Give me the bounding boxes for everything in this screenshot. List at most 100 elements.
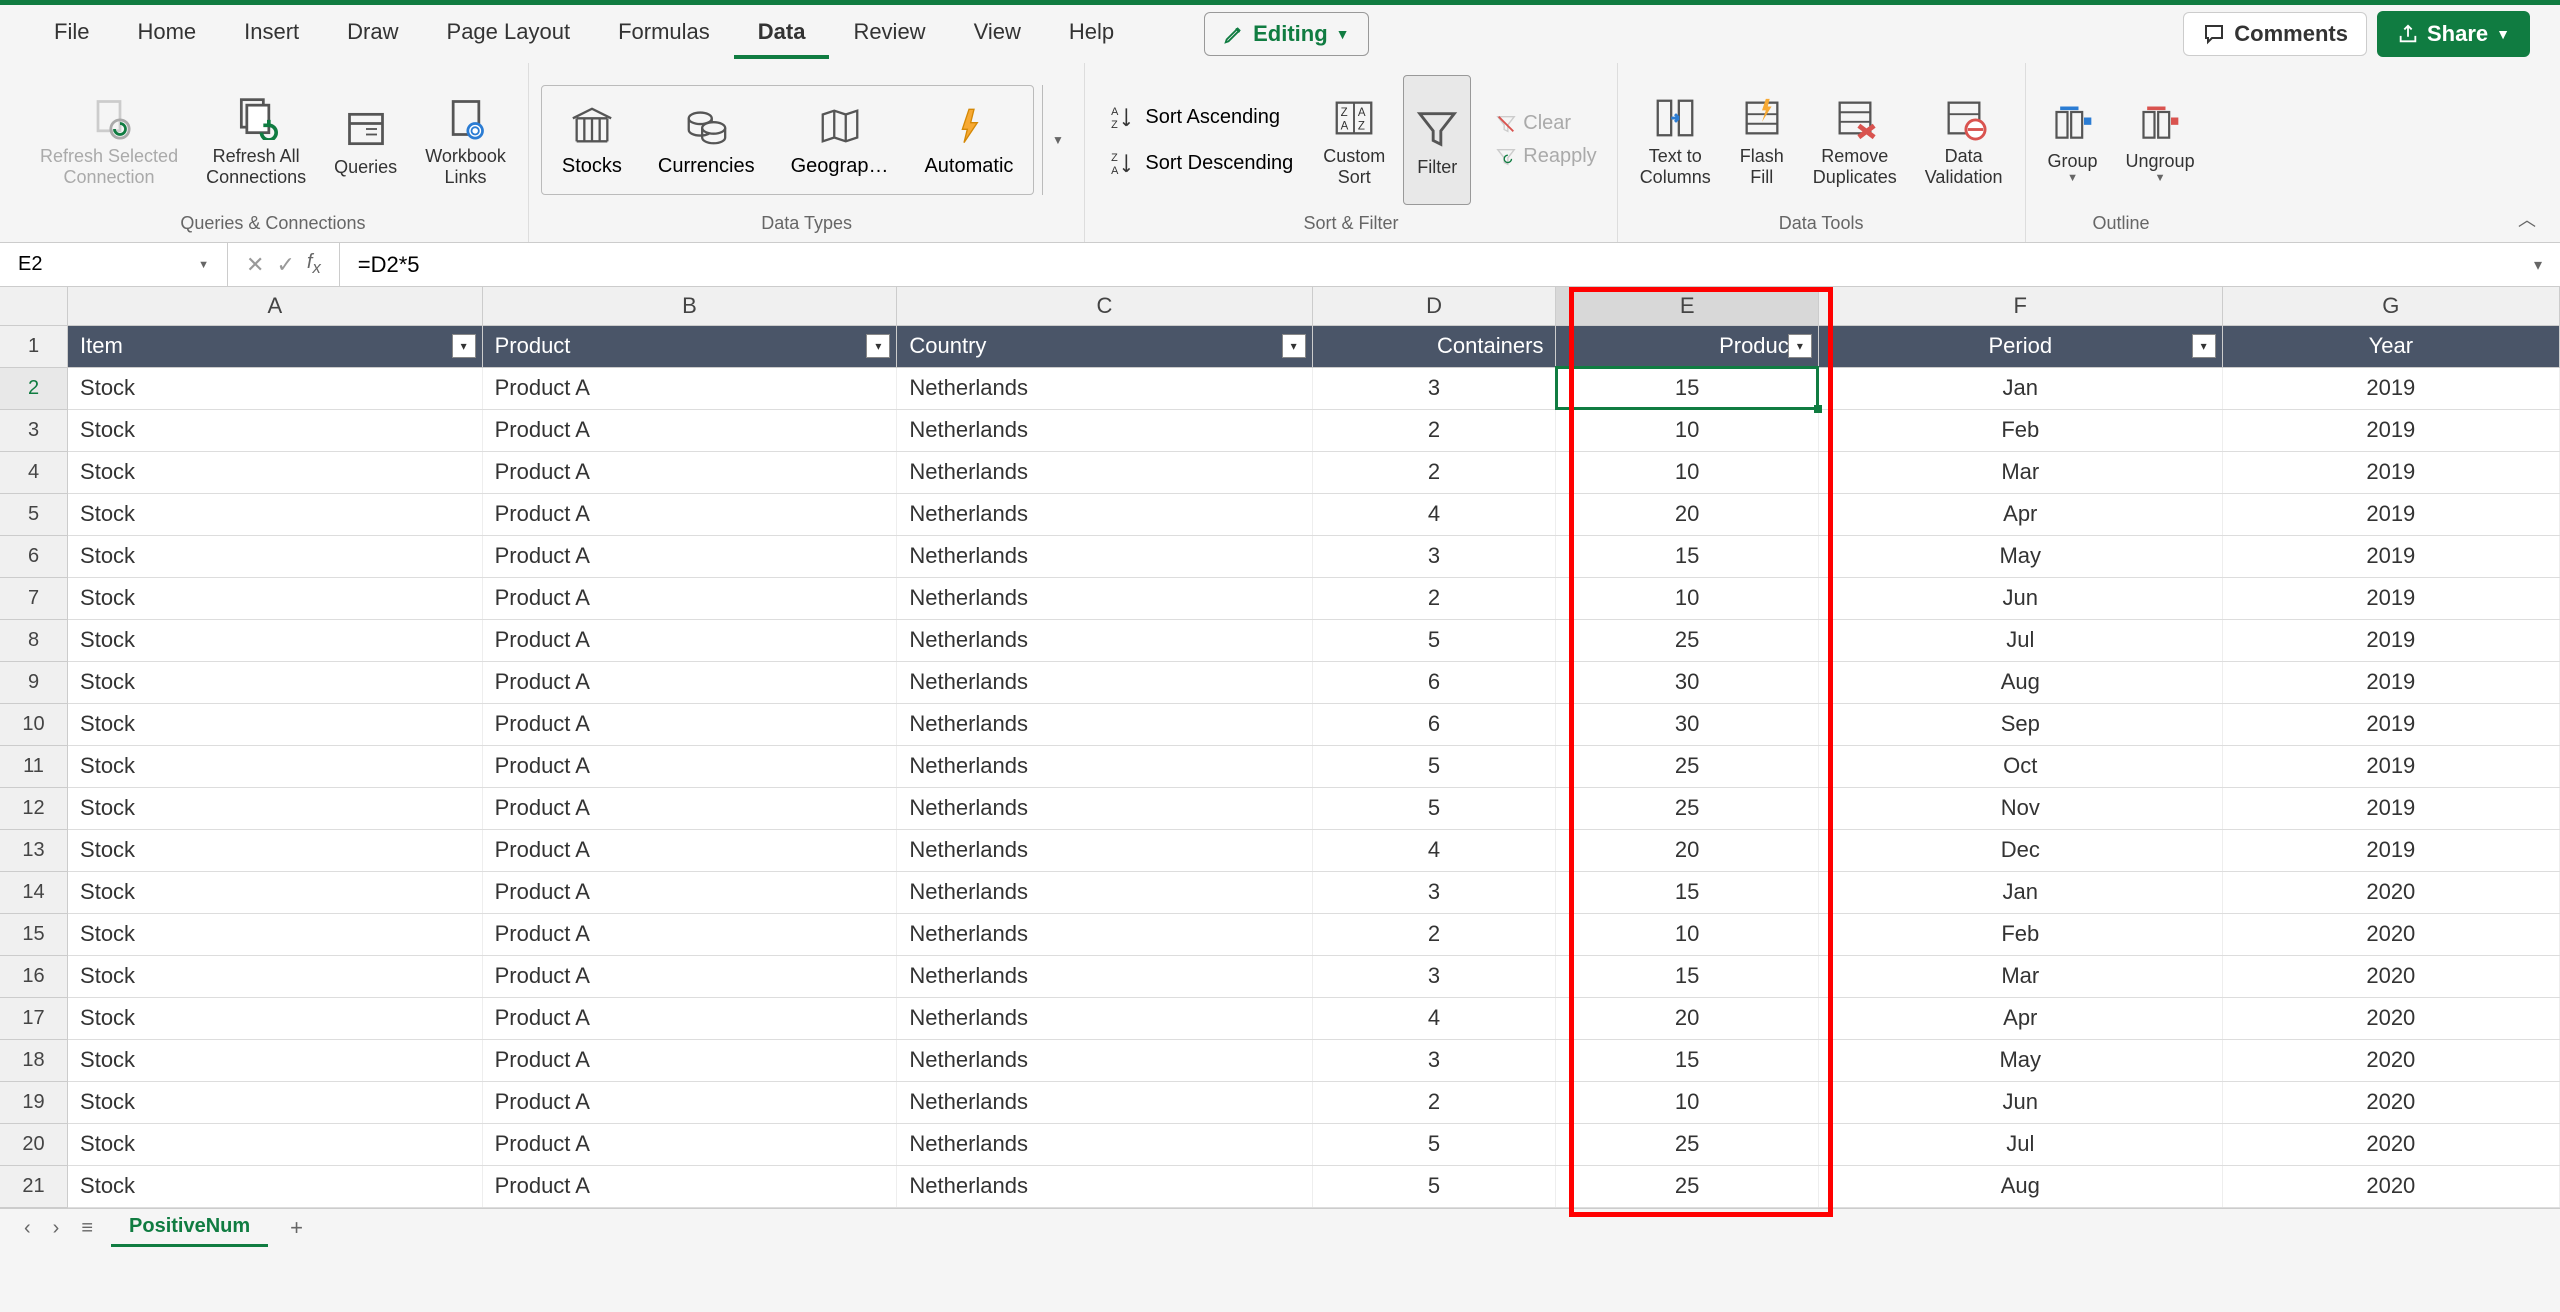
cell-C16[interactable]: Netherlands: [897, 955, 1312, 997]
remove-duplicates-button[interactable]: Remove Duplicates: [1803, 75, 1907, 205]
cell-F5[interactable]: Apr: [1818, 493, 2222, 535]
cell-D3[interactable]: 2: [1312, 409, 1556, 451]
cell-D9[interactable]: 6: [1312, 661, 1556, 703]
cell-C5[interactable]: Netherlands: [897, 493, 1312, 535]
cell-C7[interactable]: Netherlands: [897, 577, 1312, 619]
cell-A16[interactable]: Stock: [68, 955, 483, 997]
cell-D6[interactable]: 3: [1312, 535, 1556, 577]
cell-F10[interactable]: Sep: [1818, 703, 2222, 745]
table-header-cell[interactable]: Containers: [1312, 325, 1556, 367]
row-header-18[interactable]: 18: [0, 1039, 68, 1081]
group-button[interactable]: Group ▼: [2038, 75, 2108, 205]
tab-formulas[interactable]: Formulas: [594, 9, 734, 59]
cell-E12[interactable]: 25: [1556, 787, 1818, 829]
cell-D21[interactable]: 5: [1312, 1165, 1556, 1207]
cell-E9[interactable]: 30: [1556, 661, 1818, 703]
cell-D12[interactable]: 5: [1312, 787, 1556, 829]
tab-file[interactable]: File: [30, 9, 113, 59]
cell-D8[interactable]: 5: [1312, 619, 1556, 661]
formula-input[interactable]: =D2*5: [340, 252, 2516, 278]
data-types-more-button[interactable]: ▼: [1042, 85, 1072, 195]
table-header-cell[interactable]: Product▾: [482, 325, 897, 367]
cell-C14[interactable]: Netherlands: [897, 871, 1312, 913]
cell-A13[interactable]: Stock: [68, 829, 483, 871]
cell-C13[interactable]: Netherlands: [897, 829, 1312, 871]
cell-B18[interactable]: Product A: [482, 1039, 897, 1081]
cell-B15[interactable]: Product A: [482, 913, 897, 955]
sheet-tab[interactable]: PositiveNum: [111, 1209, 268, 1247]
cell-D5[interactable]: 4: [1312, 493, 1556, 535]
cell-F13[interactable]: Dec: [1818, 829, 2222, 871]
cell-E10[interactable]: 30: [1556, 703, 1818, 745]
collapse-ribbon-button[interactable]: ︿: [2512, 206, 2542, 242]
cell-A2[interactable]: Stock: [68, 367, 483, 409]
cell-G7[interactable]: 2019: [2222, 577, 2559, 619]
filter-dropdown-icon[interactable]: ▾: [452, 334, 476, 358]
cell-G2[interactable]: 2019: [2222, 367, 2559, 409]
cell-B8[interactable]: Product A: [482, 619, 897, 661]
cell-G6[interactable]: 2019: [2222, 535, 2559, 577]
cell-B14[interactable]: Product A: [482, 871, 897, 913]
sheet-nav-prev-button[interactable]: ‹: [20, 1217, 35, 1240]
cell-C17[interactable]: Netherlands: [897, 997, 1312, 1039]
cell-E14[interactable]: 15: [1556, 871, 1818, 913]
tab-data[interactable]: Data: [734, 9, 830, 59]
cell-E20[interactable]: 25: [1556, 1123, 1818, 1165]
cell-F21[interactable]: Aug: [1818, 1165, 2222, 1207]
cell-G10[interactable]: 2019: [2222, 703, 2559, 745]
cell-E2[interactable]: 15: [1556, 367, 1818, 409]
workbook-links-button[interactable]: Workbook Links: [415, 75, 516, 205]
row-header-17[interactable]: 17: [0, 997, 68, 1039]
cell-C19[interactable]: Netherlands: [897, 1081, 1312, 1123]
cell-A7[interactable]: Stock: [68, 577, 483, 619]
cell-D19[interactable]: 2: [1312, 1081, 1556, 1123]
cell-G11[interactable]: 2019: [2222, 745, 2559, 787]
cell-C9[interactable]: Netherlands: [897, 661, 1312, 703]
cell-B20[interactable]: Product A: [482, 1123, 897, 1165]
row-header-11[interactable]: 11: [0, 745, 68, 787]
row-header-5[interactable]: 5: [0, 493, 68, 535]
cell-E11[interactable]: 25: [1556, 745, 1818, 787]
cell-E4[interactable]: 10: [1556, 451, 1818, 493]
cell-G13[interactable]: 2019: [2222, 829, 2559, 871]
accept-formula-icon[interactable]: ✓: [276, 252, 294, 278]
cell-G20[interactable]: 2020: [2222, 1123, 2559, 1165]
table-header-cell[interactable]: Country▾: [897, 325, 1312, 367]
cell-A19[interactable]: Stock: [68, 1081, 483, 1123]
row-header-13[interactable]: 13: [0, 829, 68, 871]
ungroup-button[interactable]: Ungroup ▼: [2116, 75, 2205, 205]
cell-E13[interactable]: 20: [1556, 829, 1818, 871]
cell-A17[interactable]: Stock: [68, 997, 483, 1039]
cell-D11[interactable]: 5: [1312, 745, 1556, 787]
cell-C21[interactable]: Netherlands: [897, 1165, 1312, 1207]
column-header-D[interactable]: D: [1312, 287, 1556, 325]
cell-C12[interactable]: Netherlands: [897, 787, 1312, 829]
cell-B7[interactable]: Product A: [482, 577, 897, 619]
column-header-B[interactable]: B: [482, 287, 897, 325]
cell-A20[interactable]: Stock: [68, 1123, 483, 1165]
stocks-button[interactable]: Stocks: [562, 103, 622, 178]
cell-E6[interactable]: 15: [1556, 535, 1818, 577]
row-header-2[interactable]: 2: [0, 367, 68, 409]
refresh-all-button[interactable]: Refresh All Connections: [196, 75, 316, 205]
name-box[interactable]: E2 ▼: [0, 243, 228, 286]
filter-dropdown-icon[interactable]: ▾: [866, 334, 890, 358]
cell-D16[interactable]: 3: [1312, 955, 1556, 997]
cell-G4[interactable]: 2019: [2222, 451, 2559, 493]
tab-draw[interactable]: Draw: [323, 9, 422, 59]
row-header-8[interactable]: 8: [0, 619, 68, 661]
row-header-15[interactable]: 15: [0, 913, 68, 955]
sort-ascending-button[interactable]: AZ Sort Ascending: [1097, 96, 1305, 138]
row-header-16[interactable]: 16: [0, 955, 68, 997]
cell-B17[interactable]: Product A: [482, 997, 897, 1039]
cell-G21[interactable]: 2020: [2222, 1165, 2559, 1207]
flash-fill-button[interactable]: Flash Fill: [1729, 75, 1795, 205]
cell-F9[interactable]: Aug: [1818, 661, 2222, 703]
text-to-columns-button[interactable]: Text to Columns: [1630, 75, 1721, 205]
tab-insert[interactable]: Insert: [220, 9, 323, 59]
cell-G5[interactable]: 2019: [2222, 493, 2559, 535]
cell-F4[interactable]: Mar: [1818, 451, 2222, 493]
cell-A4[interactable]: Stock: [68, 451, 483, 493]
tab-help[interactable]: Help: [1045, 9, 1138, 59]
cell-C18[interactable]: Netherlands: [897, 1039, 1312, 1081]
